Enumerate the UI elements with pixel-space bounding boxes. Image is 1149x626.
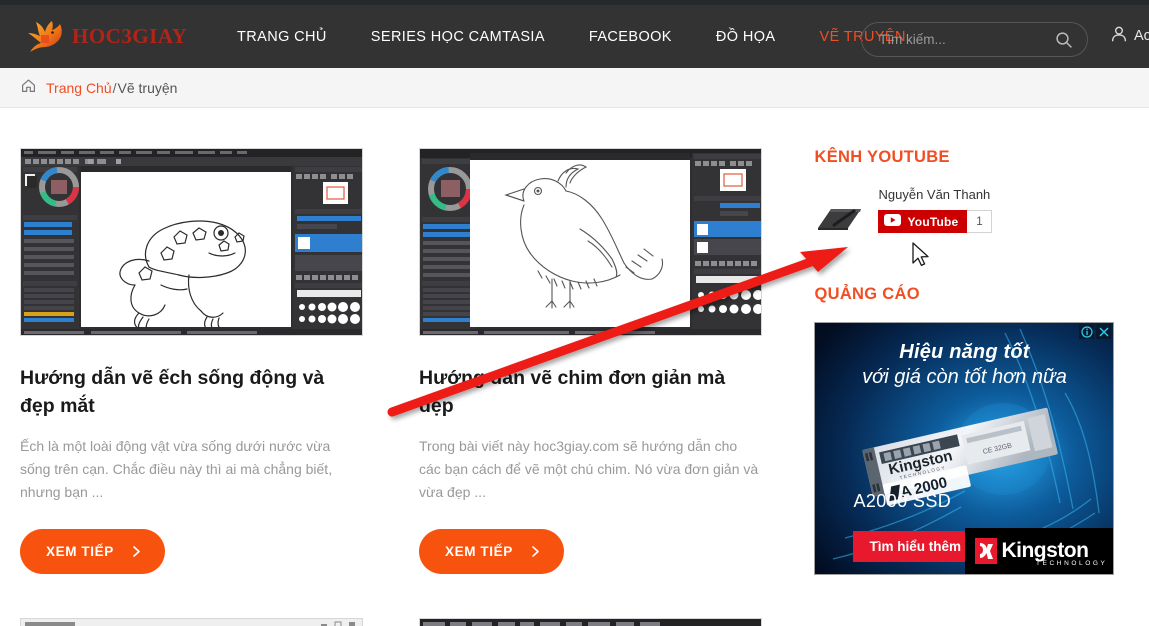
main-nav: TRANG CHỦ SERIES HỌC CAMTASIA FACEBOOK Đ… <box>215 29 928 45</box>
read-more-label: XEM TIẾP <box>445 543 513 559</box>
article-card: Hướng dẫn vẽ chim đơn giản mà đẹp Trong … <box>419 148 762 574</box>
youtube-play-icon <box>884 214 902 229</box>
nav-item-facebook[interactable]: FACEBOOK <box>567 29 694 45</box>
ad-headline-line1: Hiệu năng tốt <box>899 341 1030 363</box>
read-more-button[interactable]: XEM TIẾP <box>419 528 564 574</box>
article-title[interactable]: Hướng dẫn vẽ chim đơn giản mà đẹp <box>419 365 762 420</box>
search-icon[interactable] <box>1055 31 1073 54</box>
logo-text: HOC3GIAY <box>72 24 188 48</box>
ad-headline-line2: với giá còn tốt hơn nữa <box>862 366 1067 388</box>
youtube-subscriber-count[interactable]: 1 <box>967 210 993 233</box>
chevron-right-icon <box>130 545 143 558</box>
ad-product-name: A2000 SSD <box>853 491 952 511</box>
youtube-channel-name: Nguyễn Văn Thanh <box>878 187 991 202</box>
search-box[interactable] <box>861 22 1088 57</box>
graphics-tablet-icon <box>814 197 866 237</box>
article-thumbnail[interactable] <box>419 148 762 336</box>
phoenix-bird-icon <box>22 15 66 59</box>
article-thumbnail[interactable]: hoc3giay.com <box>419 617 762 626</box>
article-card: Hướng dẫn vẽ ếch sống động và đẹp mắt Ếc… <box>20 148 363 574</box>
site-header: HOC3GIAY TRANG CHỦ SERIES HỌC CAMTASIA F… <box>0 5 1149 68</box>
article-title[interactable]: Hướng dẫn vẽ ếch sống động và đẹp mắt <box>20 365 363 420</box>
account-menu[interactable]: Ac <box>1110 25 1149 47</box>
sidebar: KÊNH YOUTUBE Nguyễn Văn Thanh YouTube 1 … <box>814 108 1129 626</box>
article-list: Hướng dẫn vẽ ếch sống động và đẹp mắt Ếc… <box>20 108 796 626</box>
nav-item-series-hoc-camtasia[interactable]: SERIES HỌC CAMTASIA <box>349 29 567 45</box>
read-more-button[interactable]: XEM TIẾP <box>20 528 165 574</box>
nav-item-do-hoa[interactable]: ĐỒ HỌA <box>694 29 798 45</box>
chevron-right-icon <box>529 545 542 558</box>
home-icon[interactable] <box>20 77 37 99</box>
nav-item-trang-chu[interactable]: TRANG CHỦ <box>215 29 349 45</box>
youtube-subscribe-button[interactable]: YouTube <box>878 210 968 233</box>
youtube-subscribe-label: YouTube <box>907 214 959 229</box>
ad-cta-button[interactable]: Tìm hiểu thêm <box>853 531 977 562</box>
breadcrumb-separator: / <box>112 79 117 96</box>
kingston-logo: Kingston TECHNOLOGY <box>965 528 1114 574</box>
youtube-subscribe-row: YouTube 1 <box>878 210 993 233</box>
account-label: Ac <box>1134 28 1149 44</box>
search-input[interactable] <box>862 23 1042 56</box>
read-more-label: XEM TIẾP <box>46 543 114 559</box>
user-icon <box>1110 25 1128 47</box>
site-logo[interactable]: HOC3GIAY <box>22 15 187 59</box>
ad-controls <box>1079 324 1112 339</box>
article-excerpt: Trong bài viết này hoc3giay.com sẽ hướng… <box>419 438 759 500</box>
article-thumbnail[interactable] <box>20 617 363 626</box>
ad-banner[interactable]: Kingston TECHNOLOGY CE 32GB A 2000 Hiệu … <box>814 322 1115 575</box>
breadcrumb-current: Vẽ truyện <box>117 79 178 96</box>
youtube-info: Nguyễn Văn Thanh YouTube 1 <box>878 187 993 237</box>
kingston-king-icon <box>975 538 998 564</box>
article-excerpt: Ếch là một loài động vật vừa sống dưới n… <box>20 438 333 500</box>
page-body: Hướng dẫn vẽ ếch sống động và đẹp mắt Ếc… <box>0 108 1149 626</box>
ad-info-icon[interactable] <box>1079 324 1095 339</box>
article-row-2: hoc3giay.com <box>20 617 796 626</box>
youtube-widget: Nguyễn Văn Thanh YouTube 1 <box>814 187 1129 237</box>
ads-section-heading: QUẢNG CÁO <box>814 285 920 303</box>
kingston-brand-sub: TECHNOLOGY <box>1035 560 1108 567</box>
article-thumbnail[interactable] <box>20 148 363 336</box>
breadcrumb-home-link[interactable]: Trang Chủ <box>46 80 112 96</box>
ad-close-icon[interactable] <box>1096 324 1112 339</box>
article-row-1: Hướng dẫn vẽ ếch sống động và đẹp mắt Ếc… <box>20 148 796 574</box>
youtube-section-heading: KÊNH YOUTUBE <box>814 148 950 166</box>
breadcrumb: Trang Chủ / Vẽ truyện <box>0 68 1149 108</box>
